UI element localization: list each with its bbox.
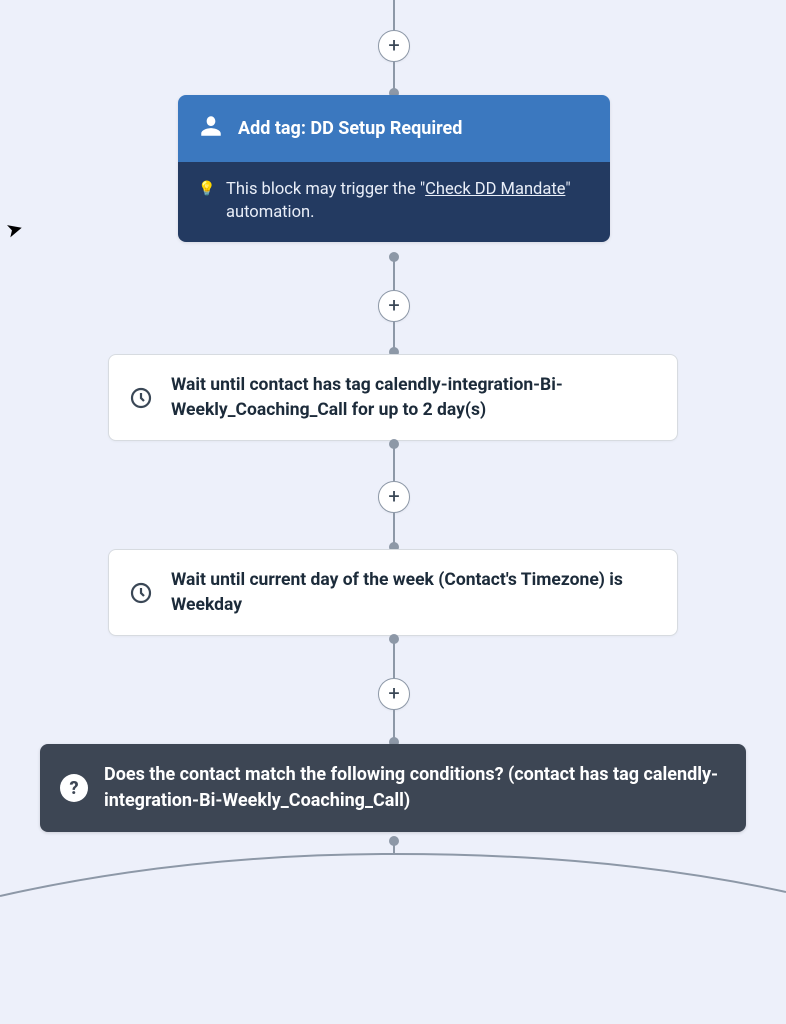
hint-prefix: This block may trigger the "	[226, 180, 425, 199]
connector-line	[393, 710, 395, 740]
action-hint: 💡 This block may trigger the "Check DD M…	[178, 162, 610, 242]
wait-card-tag[interactable]: Wait until contact has tag calendly-inte…	[108, 354, 678, 441]
add-step-button[interactable]: +	[378, 30, 410, 62]
clock-icon	[127, 386, 155, 410]
wait-card-text: Wait until current day of the week (Cont…	[171, 568, 659, 617]
connector-line	[393, 258, 395, 290]
add-step-button[interactable]: +	[378, 481, 410, 513]
cursor-icon: ➤	[3, 215, 25, 243]
question-icon: ?	[60, 774, 88, 802]
add-step-button[interactable]: +	[378, 678, 410, 710]
clock-icon	[127, 581, 155, 605]
plus-icon: +	[388, 683, 399, 703]
action-add-tag-card[interactable]: Add tag: DD Setup Required 💡 This block …	[178, 95, 610, 242]
connector-line	[393, 445, 395, 481]
plus-icon: +	[388, 486, 399, 506]
add-step-button[interactable]: +	[378, 290, 410, 322]
condition-card[interactable]: ? Does the contact match the following c…	[40, 744, 746, 832]
branch-split	[0, 840, 786, 920]
connector-line	[393, 513, 395, 545]
plus-icon: +	[388, 35, 399, 55]
automation-canvas: ➤ + Add tag: DD Setup Required 💡 This bl…	[0, 0, 786, 1024]
hint-link[interactable]: Check DD Mandate	[425, 180, 565, 199]
plus-icon: +	[388, 295, 399, 315]
connector-line	[393, 640, 395, 678]
action-add-tag-header: Add tag: DD Setup Required	[178, 95, 610, 162]
wait-card-weekday[interactable]: Wait until current day of the week (Cont…	[108, 549, 678, 636]
action-add-tag-title: Add tag: DD Setup Required	[238, 118, 462, 139]
lightbulb-icon: 💡	[198, 180, 216, 226]
condition-text: Does the contact match the following con…	[104, 762, 726, 814]
person-icon	[198, 113, 224, 144]
action-hint-text: This block may trigger the "Check DD Man…	[226, 178, 590, 224]
connector-line	[393, 322, 395, 350]
connector-line	[393, 0, 395, 30]
wait-card-text: Wait until contact has tag calendly-inte…	[171, 373, 659, 422]
